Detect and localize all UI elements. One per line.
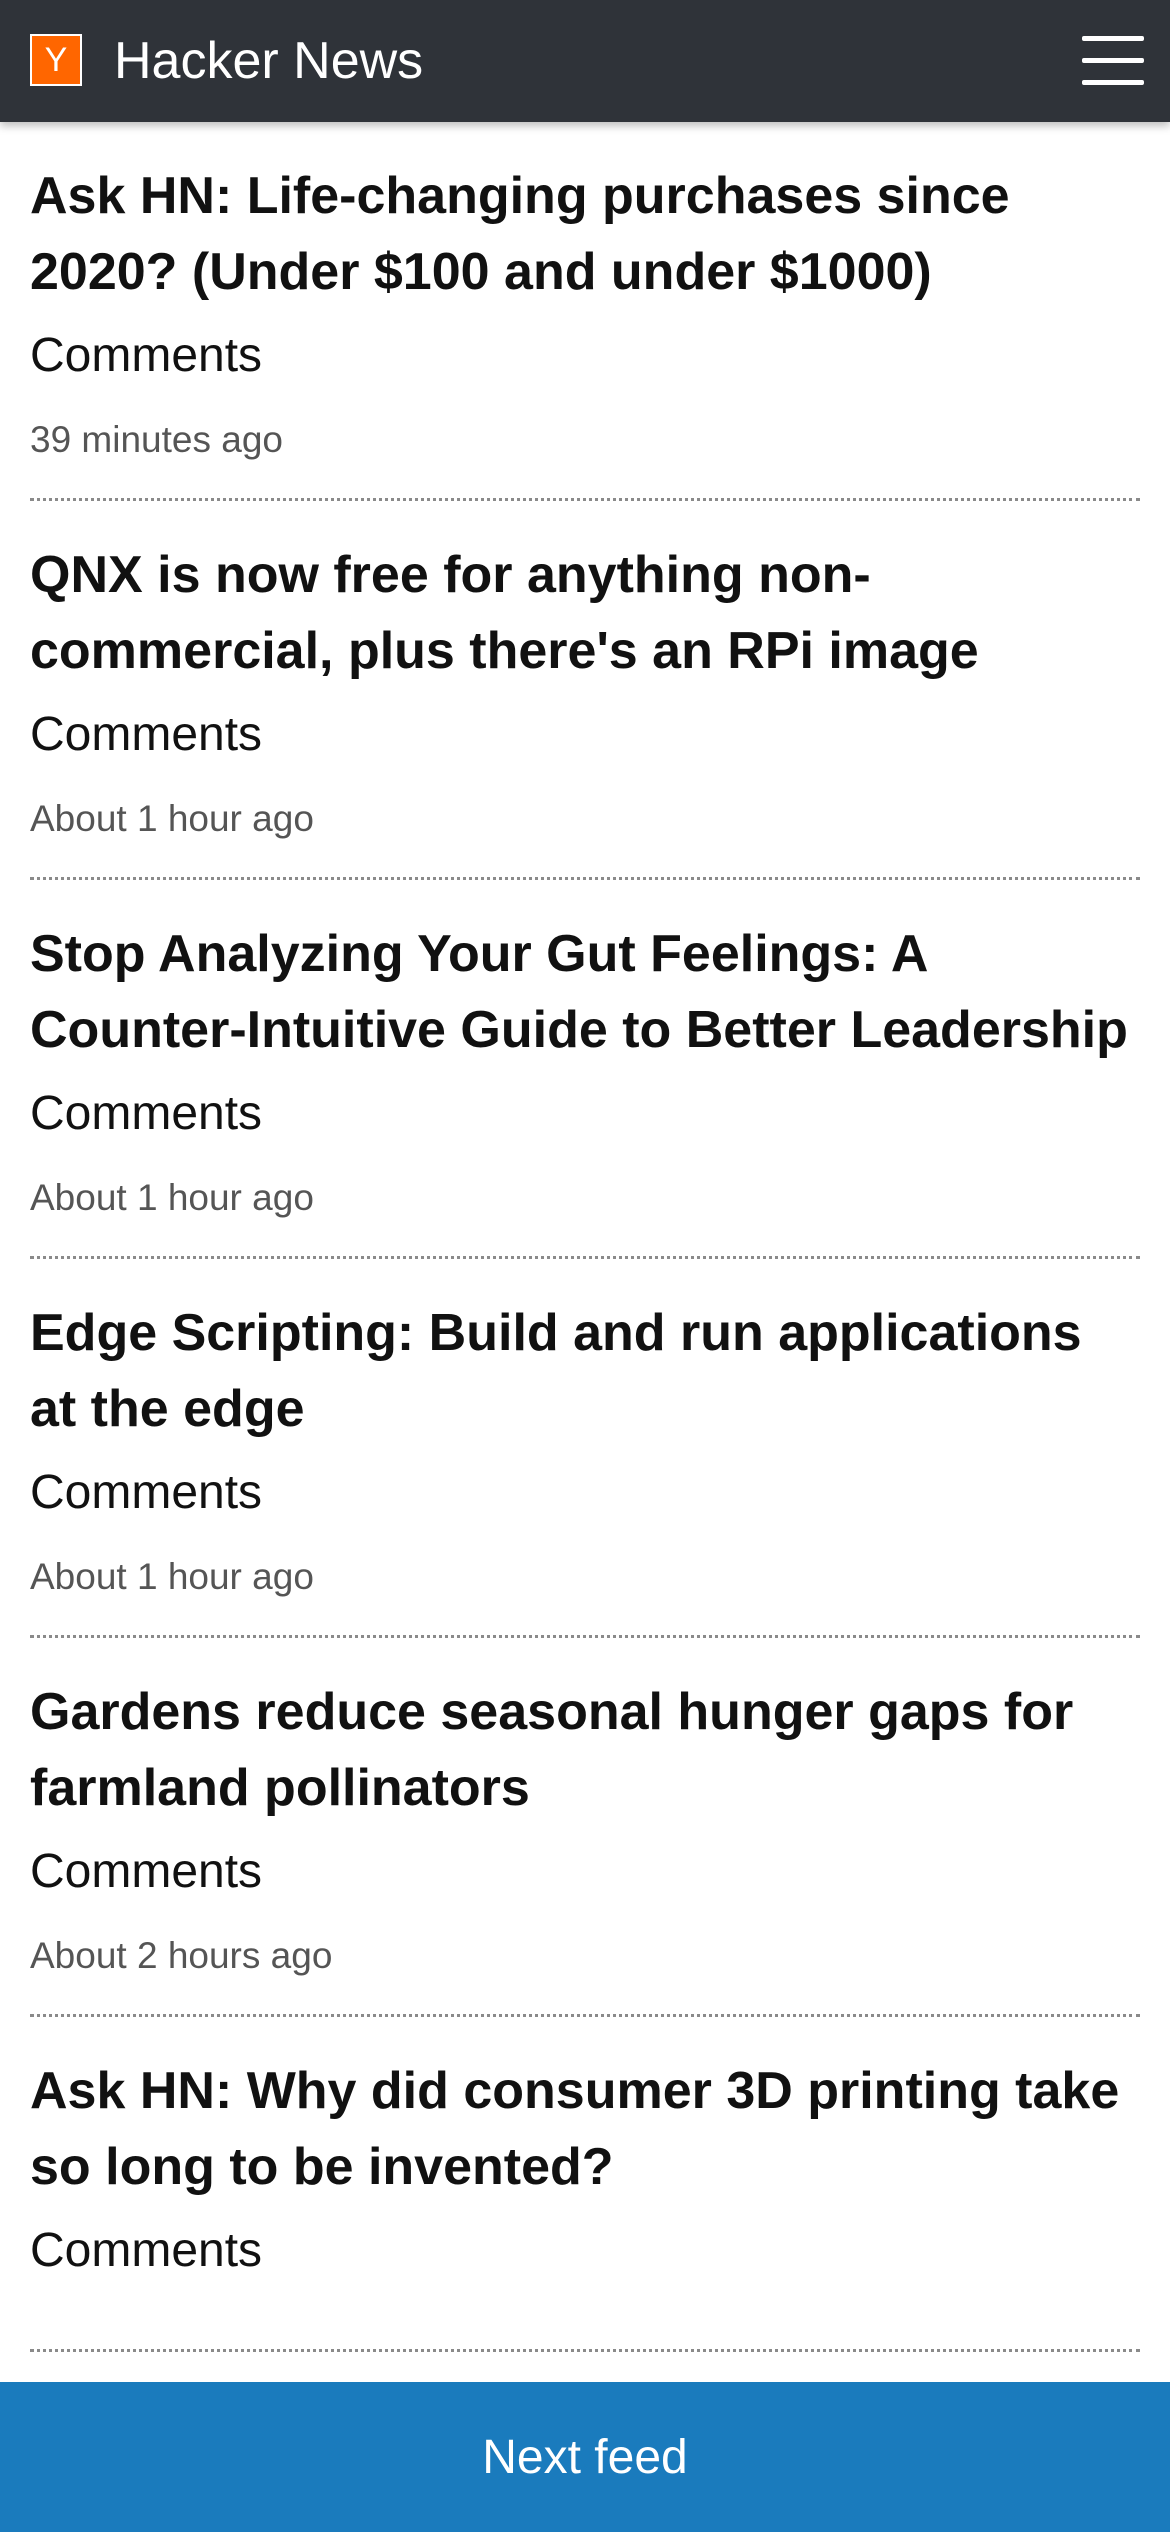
story-feed: Ask HN: Life-changing purchases since 20…	[30, 122, 1140, 2352]
comments-link[interactable]: Comments	[30, 328, 1140, 384]
story-title-link[interactable]: QNX is now free for anything non-commerc…	[30, 537, 1140, 689]
story-item: QNX is now free for anything non-commerc…	[30, 501, 1140, 880]
story-title-link[interactable]: Stop Analyzing Your Gut Feelings: A Coun…	[30, 916, 1140, 1068]
menu-bar	[1082, 80, 1144, 85]
story-time: About 1 hour ago	[30, 798, 314, 839]
top-bar: Y Hacker News	[0, 0, 1170, 122]
story-time: About 1 hour ago	[30, 1177, 314, 1218]
story-time: About 1 hour ago	[30, 1556, 314, 1597]
story-time: About 2 hours ago	[30, 1935, 333, 1976]
story-time: 39 minutes ago	[30, 419, 284, 460]
story-title-link[interactable]: Gardens reduce seasonal hunger gaps for …	[30, 1674, 1140, 1826]
story-item: Stop Analyzing Your Gut Feelings: A Coun…	[30, 880, 1140, 1259]
next-feed-button[interactable]: Next feed	[0, 2382, 1170, 2532]
menu-bar	[1082, 58, 1144, 63]
story-title-link[interactable]: Ask HN: Why did consumer 3D printing tak…	[30, 2053, 1140, 2205]
story-item: Ask HN: Why did consumer 3D printing tak…	[30, 2017, 1140, 2352]
comments-link[interactable]: Comments	[30, 1086, 1140, 1142]
story-item: Gardens reduce seasonal hunger gaps for …	[30, 1638, 1140, 2017]
hacker-news-logo-icon[interactable]: Y	[30, 34, 82, 86]
comments-link[interactable]: Comments	[30, 1844, 1140, 1900]
comments-link[interactable]: Comments	[30, 1465, 1140, 1521]
comments-link[interactable]: Comments	[30, 2223, 1140, 2279]
menu-bar	[1082, 36, 1144, 41]
hamburger-menu-icon[interactable]	[1082, 34, 1146, 88]
story-item: Edge Scripting: Build and run applicatio…	[30, 1259, 1140, 1638]
comments-link[interactable]: Comments	[30, 707, 1140, 763]
story-title-link[interactable]: Edge Scripting: Build and run applicatio…	[30, 1295, 1140, 1447]
app-title[interactable]: Hacker News	[114, 30, 423, 92]
story-item: Ask HN: Life-changing purchases since 20…	[30, 122, 1140, 501]
story-title-link[interactable]: Ask HN: Life-changing purchases since 20…	[30, 158, 1140, 310]
